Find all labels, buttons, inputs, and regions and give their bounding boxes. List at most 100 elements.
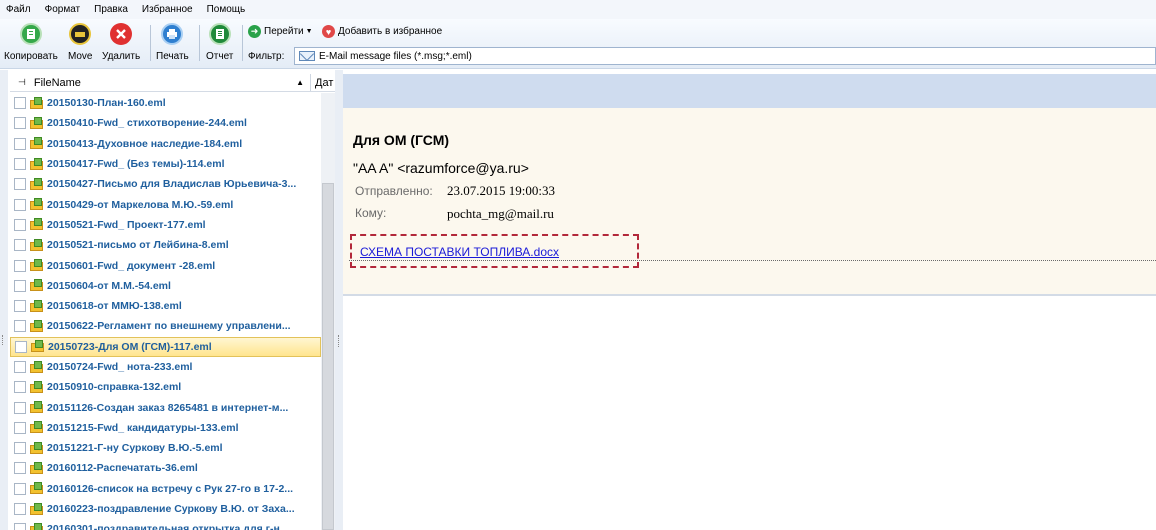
file-list-item[interactable]: 20151126-Создан заказ 8265481 в интернет… [10, 397, 321, 417]
file-checkbox[interactable] [14, 178, 26, 191]
file-checkbox[interactable] [14, 320, 26, 333]
file-name: 20151126-Создан заказ 8265481 в интернет… [47, 401, 289, 414]
file-list-item[interactable]: 20150521-письмо от Лейбина-8.eml [10, 235, 321, 255]
menu-help[interactable]: Помощь [207, 4, 246, 15]
file-name: 20150521-письмо от Лейбина-8.eml [47, 239, 229, 252]
pane-splitter[interactable] [335, 70, 343, 530]
delete-label: Удалить [102, 51, 141, 62]
file-name: 20150429-от Маркелова М.Ю.-59.eml [47, 198, 234, 211]
email-file-icon [31, 340, 45, 353]
file-list-item[interactable]: 20150427-Письмо для Владислав Юрьевича-3… [10, 174, 321, 194]
toolbar-separator [199, 25, 200, 61]
file-checkbox[interactable] [14, 137, 26, 150]
goto-button[interactable]: ➜ Перейти ▼ [248, 25, 313, 38]
print-icon [161, 23, 184, 45]
file-checkbox[interactable] [14, 462, 26, 475]
menu-favorites[interactable]: Избранное [142, 4, 193, 15]
file-checkbox[interactable] [14, 158, 26, 171]
column-filename[interactable]: ⊣ FileName ▲ [10, 74, 311, 91]
file-list-item[interactable]: 20150410-Fwd_ стихотворение-244.eml [10, 113, 321, 133]
file-checkbox[interactable] [14, 218, 26, 231]
filter-value: E-Mail message files (*.msg;*.eml) [319, 50, 472, 62]
email-file-icon [30, 360, 44, 374]
email-file-icon [30, 502, 44, 516]
file-list-item[interactable]: 20150604-от М.М.-54.eml [10, 276, 321, 296]
menu-edit[interactable]: Правка [94, 4, 128, 15]
file-checkbox[interactable] [14, 279, 26, 292]
file-list-item[interactable]: 20151215-Fwd_ кандидатуры-133.eml [10, 418, 321, 438]
move-button[interactable]: Move [68, 21, 92, 62]
file-list-item[interactable]: 20150521-Fwd_ Проект-177.eml [10, 215, 321, 235]
email-file-icon [30, 461, 44, 475]
file-list-item[interactable]: 20150622-Регламент по внешнему управлени… [10, 316, 321, 336]
file-list-pane: ⊣ FileName ▲ Дат 20150130-План-160.eml 20… [0, 70, 340, 530]
file-list: 20150130-План-160.eml 20150410-Fwd_ стихо… [10, 93, 321, 530]
menu-format[interactable]: Формат [45, 4, 81, 15]
file-list-item[interactable]: 20160126-список на встречу с Рук 27-го в… [10, 479, 321, 499]
file-list-item[interactable]: 20160223-поздравление Суркову В.Ю. от За… [10, 499, 321, 519]
file-checkbox[interactable] [14, 503, 26, 516]
arrow-right-icon: ➜ [248, 25, 261, 38]
file-list-item[interactable]: 20150413-Духовное наследие-184.eml [10, 134, 321, 154]
email-file-icon [30, 279, 44, 292]
report-button[interactable]: Отчет [206, 21, 233, 62]
file-list-item[interactable]: 20150618-от ММЮ-138.eml [10, 296, 321, 316]
file-list-item[interactable]: 20150724-Fwd_ нота-233.eml [10, 357, 321, 377]
email-file-icon [30, 441, 44, 455]
file-list-scrollbar[interactable] [321, 93, 335, 530]
delete-button[interactable]: Удалить [102, 21, 140, 62]
file-name: 20151215-Fwd_ кандидатуры-133.eml [47, 421, 239, 434]
file-checkbox[interactable] [14, 198, 26, 211]
file-name: 20150427-Письмо для Владислав Юрьевича-3… [47, 178, 297, 191]
left-splitter[interactable] [0, 70, 8, 530]
file-list-item[interactable]: 20160112-Распечатать-36.eml [10, 458, 321, 478]
report-label: Отчет [206, 51, 234, 62]
menu-file[interactable]: Файл [6, 4, 31, 15]
file-checkbox[interactable] [14, 523, 26, 530]
message-header: Для ОМ (ГСМ) "AA A" <razumforce@ya.ru> О… [343, 108, 1156, 296]
report-icon [208, 23, 231, 45]
file-checkbox[interactable] [14, 239, 26, 252]
file-checkbox[interactable] [14, 259, 26, 272]
email-file-icon [30, 421, 44, 434]
file-checkbox[interactable] [14, 421, 26, 434]
goto-label: Перейти [264, 26, 304, 37]
file-checkbox[interactable] [14, 401, 26, 414]
print-button[interactable]: Печать [156, 21, 189, 62]
copy-button[interactable]: Копировать [4, 21, 58, 62]
heart-icon: ♥ [322, 25, 335, 38]
file-name: 20160301-поздравительная открытка для г-… [47, 523, 289, 530]
to-label: Кому: [355, 206, 387, 220]
file-list-item[interactable]: 20151221-Г-ну Суркову В.Ю.-5.eml [10, 438, 321, 458]
file-list-item[interactable]: 20150429-от Маркелова М.Ю.-59.eml [10, 194, 321, 214]
file-checkbox[interactable] [14, 482, 26, 495]
file-checkbox[interactable] [14, 361, 26, 373]
add-favorites-button[interactable]: ♥ Добавить в избранное [322, 25, 442, 38]
file-checkbox[interactable] [14, 300, 26, 313]
filter-select[interactable]: E-Mail message files (*.msg;*.eml) [294, 47, 1156, 65]
file-list-item[interactable]: 20160301-поздравительная открытка для г-… [10, 519, 321, 530]
column-date[interactable]: Дат [311, 74, 333, 91]
file-checkbox[interactable] [14, 117, 26, 130]
toolbar: Копировать Move Удалить Печать Отчет ➜ П… [0, 19, 1156, 69]
file-list-item[interactable]: 20150130-План-160.eml [10, 93, 321, 113]
move-icon [69, 23, 92, 45]
envelope-icon [299, 51, 315, 61]
file-checkbox[interactable] [14, 442, 26, 455]
email-file-icon [30, 299, 44, 313]
message-preview-pane: Для ОМ (ГСМ) "AA A" <razumforce@ya.ru> О… [343, 70, 1156, 530]
file-checkbox[interactable] [14, 381, 26, 394]
file-list-item[interactable]: 20150417-Fwd_ (Без темы)-114.eml [10, 154, 321, 174]
file-list-item[interactable]: 20150601-Fwd_ документ -28.eml [10, 255, 321, 275]
attachment-link[interactable]: СХЕМА ПОСТАВКИ ТОПЛИВА.docx [360, 245, 559, 259]
file-list-item[interactable]: 20150910-справка-132.eml [10, 377, 321, 397]
message-subject: Для ОМ (ГСМ) [353, 132, 450, 148]
file-list-item[interactable]: 20150723-Для ОМ (ГСМ)-117.eml [10, 336, 321, 357]
delete-icon [110, 23, 133, 45]
file-checkbox[interactable] [15, 340, 27, 353]
file-name: 20150130-План-160.eml [47, 97, 166, 110]
scrollbar-thumb[interactable] [322, 183, 334, 530]
email-file-icon [30, 157, 44, 171]
file-checkbox[interactable] [14, 97, 26, 110]
pin-icon: ⊣ [18, 77, 26, 87]
